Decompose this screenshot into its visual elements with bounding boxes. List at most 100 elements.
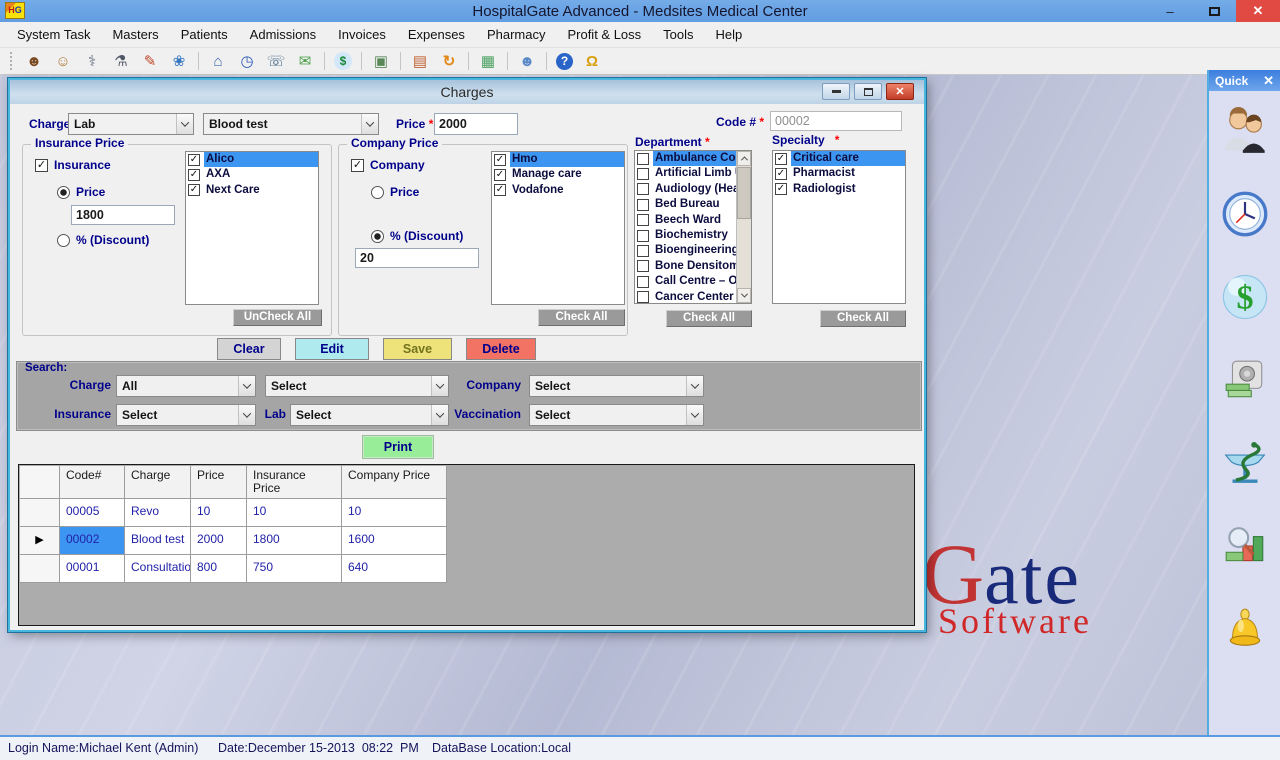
department-listbox[interactable]: Ambulance Contr Artificial Limb Ur Audio…	[634, 150, 752, 304]
checkbox-unchecked-icon[interactable]	[637, 199, 649, 211]
list-item[interactable]: Call Centre – Out	[635, 274, 751, 289]
checkbox-checked-icon[interactable]: ✓	[35, 159, 48, 172]
charges-dialog-titlebar[interactable]: Charges ✕	[10, 80, 924, 104]
checkbox-unchecked-icon[interactable]	[637, 245, 649, 257]
insurance-uncheck-all-button[interactable]: UnCheck All	[233, 309, 322, 326]
search-charge-item-combobox[interactable]: Select	[265, 375, 449, 397]
radio-selected-icon[interactable]	[57, 186, 70, 199]
menu-pharmacy[interactable]: Pharmacy	[476, 22, 557, 48]
chevron-down-icon[interactable]	[238, 376, 255, 396]
reports-shortcut-icon[interactable]	[1219, 520, 1271, 572]
grid-column-header[interactable]: Charge	[125, 466, 191, 499]
menu-patients[interactable]: Patients	[170, 22, 239, 48]
checkbox-checked-icon[interactable]: ✓	[351, 159, 364, 172]
company-listbox[interactable]: ✓Hmo ✓Manage care ✓Vodafone	[491, 151, 625, 305]
chevron-down-icon[interactable]	[176, 114, 193, 134]
chevron-down-icon[interactable]	[686, 376, 703, 396]
quick-sidebar-header[interactable]: Quick ✕	[1209, 70, 1280, 91]
grid-row-selector[interactable]: ▶	[20, 527, 60, 555]
checkbox-checked-icon[interactable]: ✓	[494, 169, 506, 181]
search-insurance-combobox[interactable]: Select	[116, 404, 256, 426]
charges-shortcut-icon[interactable]: $	[1219, 271, 1271, 323]
quick-sidebar-close-icon[interactable]: ✕	[1263, 73, 1274, 89]
list-item[interactable]: Cancer Center	[635, 290, 751, 304]
grid-cell[interactable]: 10	[247, 499, 342, 527]
expense-icon[interactable]: ▣	[371, 51, 391, 71]
menu-expenses[interactable]: Expenses	[397, 22, 476, 48]
radio-unselected-icon[interactable]	[371, 186, 384, 199]
chevron-down-icon[interactable]	[238, 405, 255, 425]
checkbox-checked-icon[interactable]: ✓	[188, 184, 200, 196]
checkbox-checked-icon[interactable]: ✓	[775, 153, 787, 165]
list-item[interactable]: Beech Ward	[635, 213, 751, 228]
insurance-discount-radio-row[interactable]: % (Discount)	[57, 233, 149, 247]
company-discount-radio-row[interactable]: % (Discount)	[371, 229, 463, 243]
checkbox-unchecked-icon[interactable]	[637, 214, 649, 226]
checkbox-unchecked-icon[interactable]	[637, 276, 649, 288]
grid-row-selector[interactable]	[20, 555, 60, 583]
insurance-checkbox-row[interactable]: ✓ Insurance	[35, 158, 111, 172]
help-icon[interactable]: ?	[556, 53, 573, 70]
charge-category-combobox[interactable]: Lab	[68, 113, 194, 135]
checkbox-checked-icon[interactable]: ✓	[188, 169, 200, 181]
insurance-listbox[interactable]: ✓Alico ✓AXA ✓Next Care	[185, 151, 319, 305]
list-item[interactable]: Audiology (Heari	[635, 182, 751, 197]
search-charge-combobox[interactable]: All	[116, 375, 256, 397]
grid-cell-selected[interactable]: 00002	[60, 527, 125, 555]
patient-icon[interactable]: ☺	[53, 51, 73, 71]
grid-cell[interactable]: Blood test	[125, 527, 191, 555]
phone-icon[interactable]: ☏	[266, 51, 286, 71]
dialog-close-button[interactable]: ✕	[886, 83, 914, 100]
restore-button[interactable]	[1192, 0, 1236, 22]
list-item[interactable]: ✓Critical care	[773, 151, 905, 166]
checkbox-checked-icon[interactable]: ✓	[775, 183, 787, 195]
prescription-icon[interactable]: ✎	[140, 51, 160, 71]
charge-item-combobox[interactable]: Blood test	[203, 113, 379, 135]
grid-row-selector[interactable]	[20, 499, 60, 527]
grid-cell[interactable]: 1800	[247, 527, 342, 555]
company-discount-input[interactable]	[355, 248, 479, 268]
chevron-down-icon[interactable]	[361, 114, 378, 134]
company-checkbox-row[interactable]: ✓ Company	[351, 158, 425, 172]
patients-icon[interactable]: ☻	[24, 51, 44, 71]
chevron-down-icon[interactable]	[686, 405, 703, 425]
list-item[interactable]: Bioengineering D	[635, 243, 751, 258]
hospital-icon[interactable]: ⌂	[208, 51, 228, 71]
return-icon[interactable]: ↻	[439, 51, 459, 71]
scrollbar-thumb[interactable]	[737, 167, 751, 219]
menu-invoices[interactable]: Invoices	[327, 22, 397, 48]
scroll-up-icon[interactable]	[737, 151, 751, 166]
purchase-icon[interactable]: ▤	[410, 51, 430, 71]
code-input[interactable]	[770, 111, 902, 131]
insurance-price-input[interactable]	[71, 205, 175, 225]
list-item[interactable]: ✓Vodafone	[492, 183, 624, 198]
dialog-maximize-button[interactable]	[854, 83, 882, 100]
menu-profit-loss[interactable]: Profit & Loss	[556, 22, 652, 48]
list-item[interactable]: Bed Bureau	[635, 197, 751, 212]
search-company-combobox[interactable]: Select	[529, 375, 704, 397]
vaccine-icon[interactable]: ❀	[169, 51, 189, 71]
save-button[interactable]: Save	[383, 338, 452, 360]
list-item[interactable]: ✓Hmo	[492, 152, 624, 167]
checkbox-unchecked-icon[interactable]	[637, 260, 649, 272]
radio-unselected-icon[interactable]	[57, 234, 70, 247]
grid-column-header[interactable]: Insurance Price	[247, 466, 342, 499]
specialty-check-all-button[interactable]: Check All	[820, 310, 906, 327]
specialty-listbox[interactable]: ✓Critical care ✓Pharmacist ✓Radiologist	[772, 150, 906, 304]
clock-icon[interactable]: ◷	[237, 51, 257, 71]
list-item[interactable]: ✓Alico	[186, 152, 318, 167]
list-item[interactable]: ✓Pharmacist	[773, 166, 905, 181]
checkbox-unchecked-icon[interactable]	[637, 230, 649, 242]
list-item[interactable]: Ambulance Contr	[635, 151, 751, 166]
scroll-down-icon[interactable]	[737, 288, 751, 303]
appointments-shortcut-icon[interactable]	[1219, 188, 1271, 240]
grid-cell[interactable]: 2000	[191, 527, 247, 555]
close-button[interactable]: ✕	[1236, 0, 1280, 22]
checkbox-unchecked-icon[interactable]	[637, 153, 649, 165]
grid-cell[interactable]: 800	[191, 555, 247, 583]
invoice-icon[interactable]: ✉	[295, 51, 315, 71]
grid-column-header[interactable]: Price	[191, 466, 247, 499]
lab-test-icon[interactable]: ⚗	[111, 51, 131, 71]
grid-cell[interactable]: 750	[247, 555, 342, 583]
grid-cell[interactable]: Revo	[125, 499, 191, 527]
